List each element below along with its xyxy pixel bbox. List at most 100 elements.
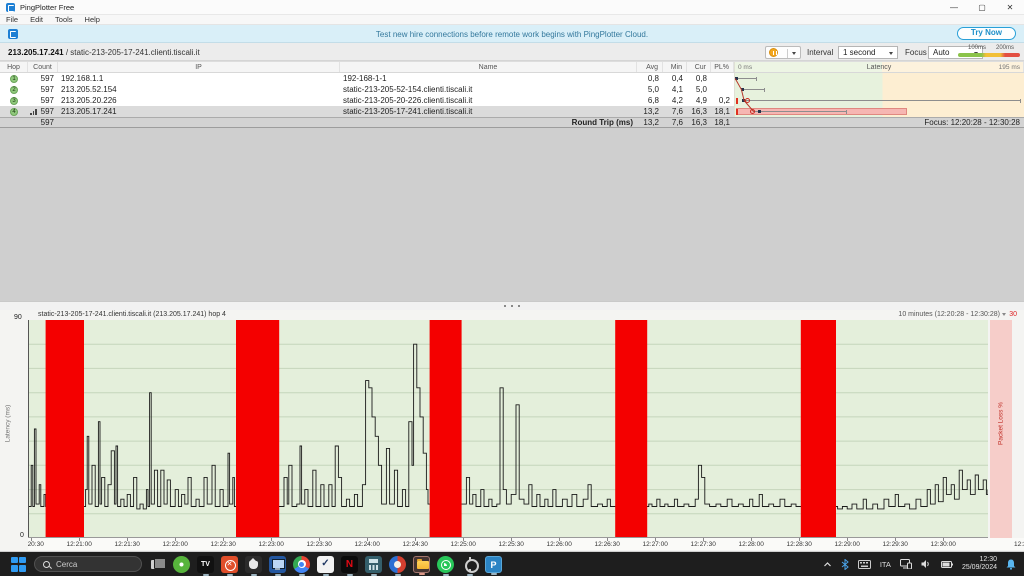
header-cur[interactable]: Cur xyxy=(687,62,711,72)
hop-cur: 4,9 xyxy=(687,95,711,106)
latency-gradient-bar xyxy=(958,53,1020,57)
hop-cur: 0,8 xyxy=(687,73,711,84)
hop-row-3[interactable]: 3597213.205.20.226static-213-205-20-226.… xyxy=(0,95,1024,106)
tv-app-icon[interactable]: TV xyxy=(197,556,214,573)
hop-row-4[interactable]: 4597213.205.17.241static-213-205-17-241.… xyxy=(0,106,1024,117)
loss-tick-icon xyxy=(736,98,738,104)
latency-range-whisker xyxy=(753,111,847,112)
netflix-icon[interactable]: N xyxy=(341,556,358,573)
header-ip[interactable]: IP xyxy=(58,62,340,72)
hop-latency-minigraph xyxy=(734,106,1024,117)
table-header-row: Hop Count IP Name Avg Min Cur PL% 0 ms L… xyxy=(0,61,1024,73)
menu-help[interactable]: Help xyxy=(85,15,100,24)
hop-latency-minigraph xyxy=(734,84,1024,95)
summary-count: 597 xyxy=(28,118,58,127)
pause-dropdown-caret-icon[interactable] xyxy=(792,52,796,55)
timeline-graph-panel[interactable]: static-213-205-17-241.clienti.tiscali.it… xyxy=(0,310,1024,551)
pane-splitter[interactable] xyxy=(0,301,1024,310)
battery-icon[interactable] xyxy=(941,560,953,569)
header-min[interactable]: Min xyxy=(663,62,687,72)
header-latency[interactable]: 0 ms Latency 195 ms xyxy=(734,62,1024,72)
x-tick-label: 12:25:00 xyxy=(451,541,476,548)
pause-icon xyxy=(769,48,778,57)
packet-loss-axis-strip: Packet Loss % xyxy=(990,320,1012,538)
round-trip-label: Round Trip (ms) xyxy=(340,118,637,127)
menu-edit[interactable]: Edit xyxy=(30,15,43,24)
pingplotter-taskbar-icon[interactable]: P xyxy=(485,556,502,573)
close-button[interactable]: ✕ xyxy=(996,0,1024,15)
file-explorer-icon[interactable] xyxy=(413,556,430,573)
hop-row-1[interactable]: 1597192.168.1.1192-168-1-10,80,40,8 xyxy=(0,73,1024,84)
green-app-icon[interactable] xyxy=(173,556,190,573)
hop-ip: 192.168.1.1 xyxy=(58,73,340,84)
hop-pl: 18,1 xyxy=(711,106,734,117)
scale-100ms-label: 100ms xyxy=(968,45,986,51)
focus-label: Focus xyxy=(905,48,927,57)
keyboard-icon[interactable] xyxy=(858,560,871,569)
paint-app-icon[interactable] xyxy=(389,556,406,573)
hop-name: 192-168-1-1 xyxy=(340,73,637,84)
speaker-icon[interactable] xyxy=(921,559,932,569)
cat-app-icon[interactable] xyxy=(245,556,262,573)
header-hop[interactable]: Hop xyxy=(0,62,28,72)
red-x-app-icon[interactable] xyxy=(221,556,238,573)
hop-count: 597 xyxy=(28,73,58,84)
minimize-button[interactable]: — xyxy=(940,0,968,15)
summary-cur: 16,3 xyxy=(687,118,711,127)
x-tick-label: 12:29:00 xyxy=(835,541,860,548)
calculator-icon[interactable] xyxy=(365,556,382,573)
network-icon[interactable] xyxy=(900,559,912,569)
target-toolbar: 213.205.17.241 / static-213-205-17-241.c… xyxy=(0,43,1024,61)
interval-label: Interval xyxy=(807,48,833,57)
hop-min: 7,6 xyxy=(663,106,687,117)
language-indicator[interactable]: ITA xyxy=(880,560,891,569)
task-view-icon[interactable] xyxy=(149,556,166,573)
header-count[interactable]: Count xyxy=(28,62,58,72)
y-axis-max-label: 90 xyxy=(14,314,22,321)
notification-bell-icon[interactable] xyxy=(1006,559,1016,570)
latency-range-whisker xyxy=(743,100,1020,101)
latency-timeline-plot[interactable]: 10 ms20 ms30 ms40 ms50 ms60 ms70 ms80 ms xyxy=(28,320,988,538)
hop-row-2[interactable]: 2597213.205.52.154static-213-205-52-154.… xyxy=(0,84,1024,95)
hop-number-badge: 3 xyxy=(0,95,28,106)
pingplotter-window: PingPlotter Free — ▢ ✕ File Edit Tools H… xyxy=(0,0,1024,576)
window-title: PingPlotter Free xyxy=(20,3,74,12)
interval-select[interactable]: 1 second xyxy=(838,46,898,59)
x-tick-label: 12:26:30 xyxy=(595,541,620,548)
checkmark-app-icon[interactable]: ✓ xyxy=(317,556,334,573)
title-bar: PingPlotter Free — ▢ ✕ xyxy=(0,0,1024,15)
hop-pl xyxy=(711,84,734,95)
current-latency-circle-icon xyxy=(750,109,755,114)
chrome-icon[interactable] xyxy=(293,556,310,573)
start-button[interactable] xyxy=(10,556,26,572)
hop-min: 4,1 xyxy=(663,84,687,95)
clock[interactable]: 12:30 25/09/2024 xyxy=(962,556,997,572)
whatsapp-icon[interactable] xyxy=(437,556,454,573)
header-avg[interactable]: Avg xyxy=(637,62,663,72)
menu-file[interactable]: File xyxy=(6,15,18,24)
bluetooth-icon[interactable] xyxy=(841,559,849,570)
maximize-button[interactable]: ▢ xyxy=(968,0,996,15)
header-pl[interactable]: PL% xyxy=(711,62,734,72)
pause-button[interactable] xyxy=(765,46,801,59)
graph-title: static-213-205-17-241.clienti.tiscali.it… xyxy=(38,311,226,318)
remote-pc-app-icon[interactable] xyxy=(269,556,286,573)
promo-text: Test new hire connections before remote … xyxy=(0,30,1024,39)
y-axis-min-label: 0 xyxy=(20,532,24,539)
hop-table: Hop Count IP Name Avg Min Cur PL% 0 ms L… xyxy=(0,61,1024,128)
hop-cur: 16,3 xyxy=(687,106,711,117)
settings-gear-icon[interactable] xyxy=(461,556,478,573)
hop-count: 597 xyxy=(28,84,58,95)
header-name[interactable]: Name xyxy=(340,62,637,72)
menu-tools[interactable]: Tools xyxy=(55,15,73,24)
x-tick-label: 12:25:30 xyxy=(499,541,524,548)
hop-avg: 13,2 xyxy=(637,106,663,117)
hop-cur: 5,0 xyxy=(687,84,711,95)
hidden-icons-chevron-icon[interactable] xyxy=(823,560,832,569)
try-now-button[interactable]: Try Now xyxy=(957,27,1016,40)
latency-marker-icon xyxy=(741,88,744,91)
hop-ip: 213.205.52.154 xyxy=(58,84,340,95)
search-input[interactable]: Cerca xyxy=(34,556,142,572)
graph-range-selector[interactable]: 10 minutes (12:20:28 - 12:30:28) xyxy=(898,311,1006,318)
x-tick-label: 12:24:30 xyxy=(403,541,428,548)
